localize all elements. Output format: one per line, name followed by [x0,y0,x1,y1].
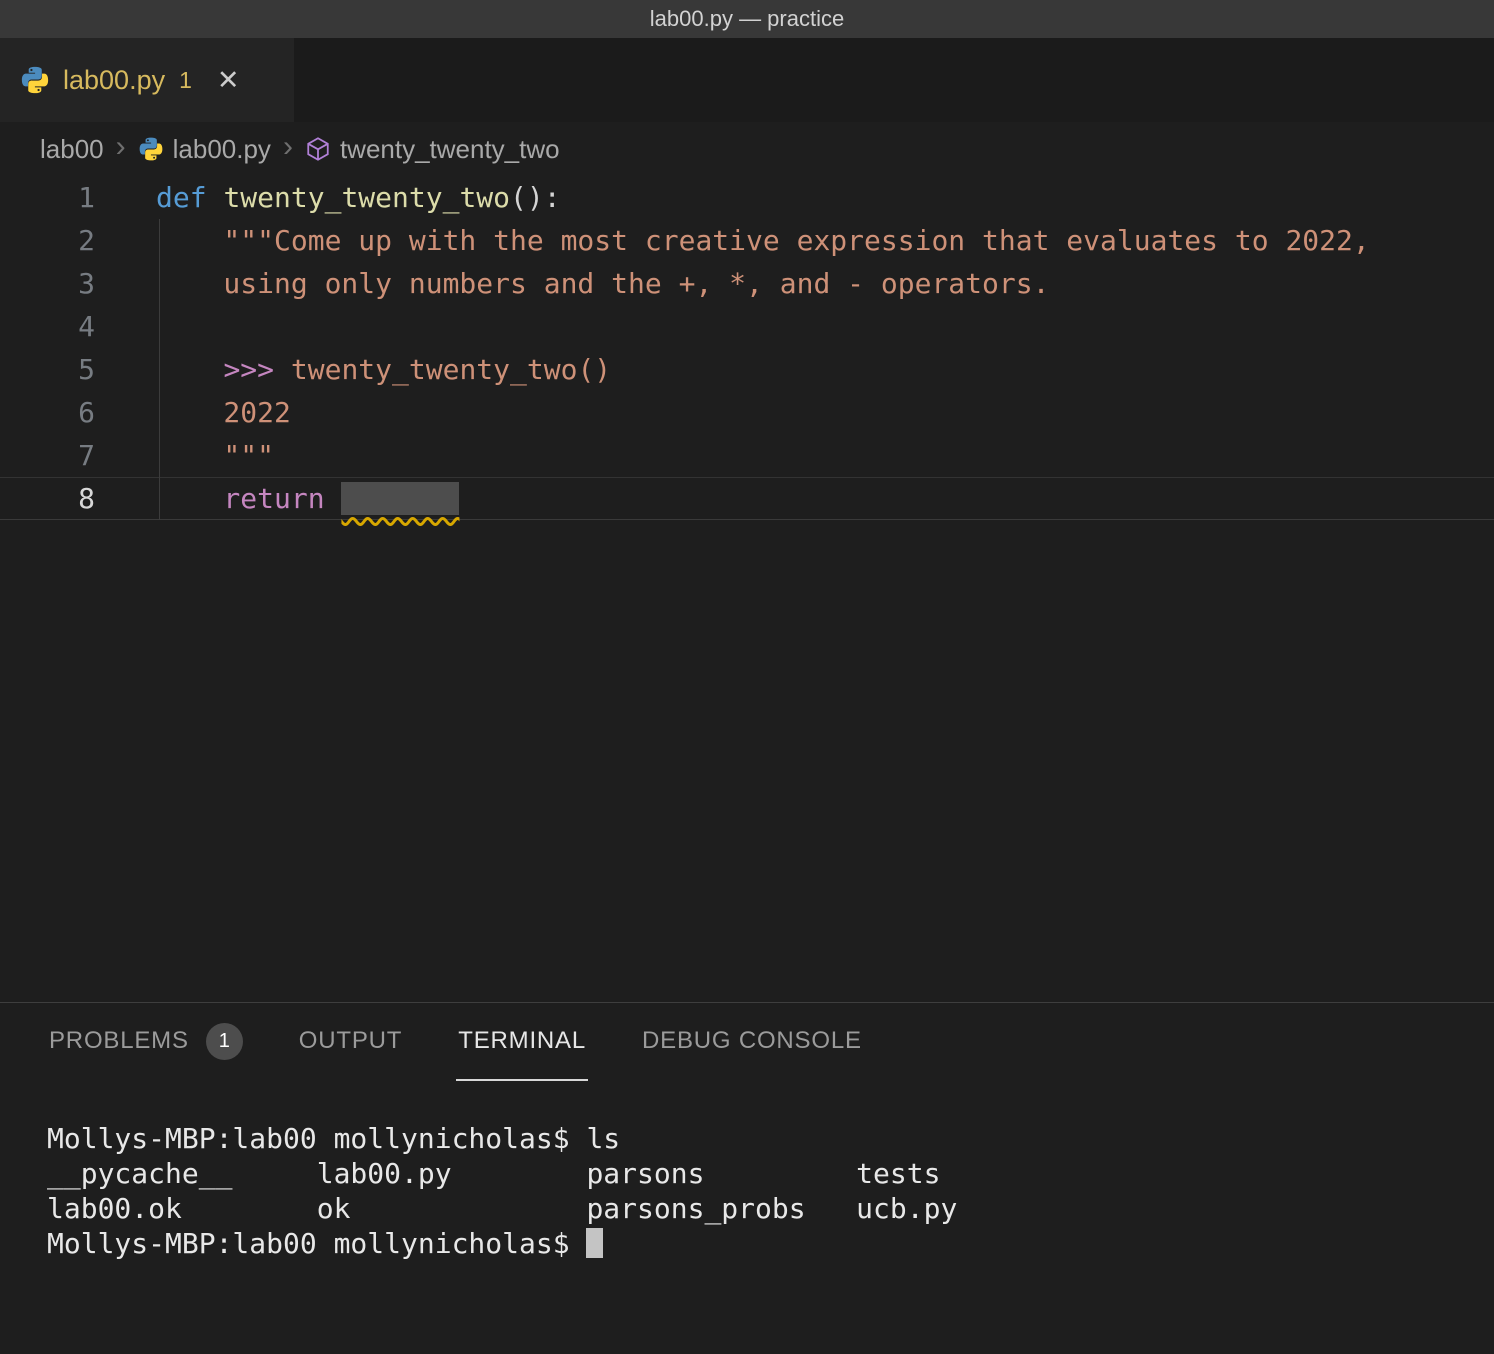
panel-tabs: PROBLEMS 1 OUTPUT TERMINAL DEBUG CONSOLE [0,1003,1494,1083]
code-line[interactable]: 5 >>> twenty_twenty_two() [0,348,1494,391]
code-line[interactable]: 3 using only numbers and the +, *, and -… [0,262,1494,305]
python-icon [138,136,164,162]
code-line[interactable]: 8 return [0,477,1494,520]
window-title: lab00.py — practice [650,6,844,32]
line-number: 5 [0,348,156,391]
line-number: 8 [0,477,156,520]
panel-tab-label: OUTPUT [299,1027,402,1055]
terminal-line: Mollys-MBP:lab00 mollynicholas$ ls [47,1121,1494,1156]
error-squiggle-box [341,482,459,515]
bottom-panel: PROBLEMS 1 OUTPUT TERMINAL DEBUG CONSOLE Mol… [0,1002,1494,1354]
code-text: return [156,477,459,520]
code-text: def twenty_twenty_two(): [156,176,561,219]
breadcrumb-file[interactable]: lab00.py [173,134,271,165]
tab-label: lab00.py [63,65,165,96]
terminal-cursor [586,1228,603,1258]
chevron-right-icon: › [280,130,296,169]
code-line[interactable]: 6 2022 [0,391,1494,434]
panel-tab-output[interactable]: OUTPUT [297,1003,404,1081]
tab-problems-badge: 1 [179,67,192,94]
title-bar: lab00.py — practice [0,0,1494,38]
symbol-cube-icon [305,136,331,162]
line-number: 6 [0,391,156,434]
tab-bar: lab00.py 1 ✕ [0,38,1494,122]
panel-tab-label: PROBLEMS [49,1027,189,1055]
line-number: 3 [0,262,156,305]
code-editor[interactable]: 1def twenty_twenty_two():2 """Come up wi… [0,176,1494,1002]
panel-tab-terminal[interactable]: TERMINAL [456,1003,588,1081]
terminal-line: lab00.ok ok parsons_probs ucb.py [47,1191,1494,1226]
code-line[interactable]: 2 """Come up with the most creative expr… [0,219,1494,262]
line-number: 7 [0,434,156,477]
code-line[interactable]: 4 [0,305,1494,348]
code-lines: 1def twenty_twenty_two():2 """Come up wi… [0,176,1494,520]
code-line[interactable]: 1def twenty_twenty_two(): [0,176,1494,219]
chevron-right-icon: › [113,130,129,169]
code-text: """ [156,434,274,477]
panel-tab-label: DEBUG CONSOLE [642,1027,862,1055]
line-number: 2 [0,219,156,262]
panel-tab-label: TERMINAL [458,1027,586,1055]
code-text: """Come up with the most creative expres… [156,219,1370,262]
python-icon [20,65,50,95]
line-number: 4 [0,305,156,348]
panel-tab-problems[interactable]: PROBLEMS 1 [47,1003,245,1081]
terminal-line: Mollys-MBP:lab00 mollynicholas$ [47,1226,1494,1262]
breadcrumb-folder[interactable]: lab00 [40,134,104,165]
terminal-line: __pycache__ lab00.py parsons tests [47,1156,1494,1191]
breadcrumb: lab00 › lab00.py › twenty_twenty_two [0,122,1494,176]
line-number: 1 [0,176,156,219]
tab-lab00py[interactable]: lab00.py 1 ✕ [0,38,294,122]
panel-tab-debug-console[interactable]: DEBUG CONSOLE [640,1003,864,1081]
close-icon[interactable]: ✕ [217,65,240,96]
problems-count-badge: 1 [206,1023,243,1060]
code-text: using only numbers and the +, *, and - o… [156,262,1049,305]
code-text: >>> twenty_twenty_two() [156,348,611,391]
code-text: 2022 [156,391,291,434]
code-line[interactable]: 7 """ [0,434,1494,477]
indent-guide [159,219,160,520]
breadcrumb-symbol[interactable]: twenty_twenty_two [340,134,560,165]
terminal-output[interactable]: Mollys-MBP:lab00 mollynicholas$ ls__pyca… [0,1083,1494,1262]
